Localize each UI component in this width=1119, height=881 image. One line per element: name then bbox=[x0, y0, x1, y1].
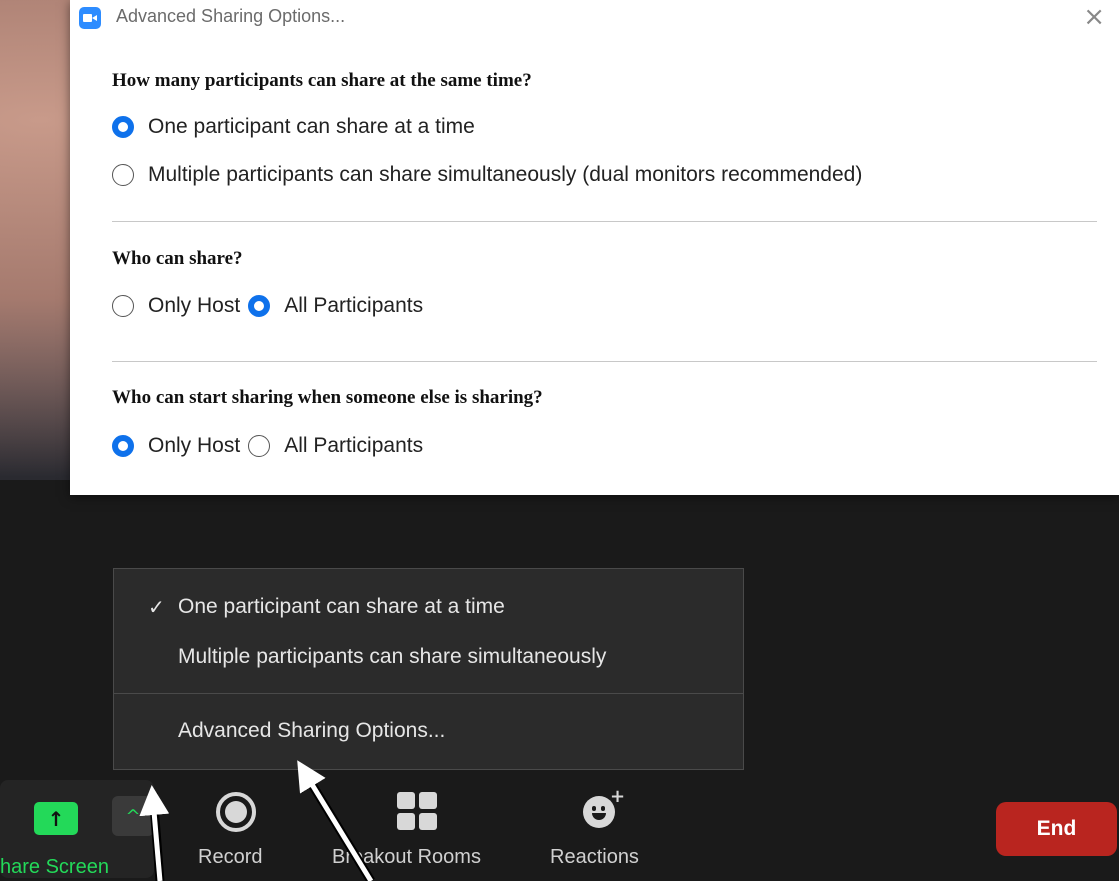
menu-item-advanced-sharing[interactable]: Advanced Sharing Options... bbox=[178, 719, 445, 743]
radio-label-all-participants[interactable]: All Participants bbox=[284, 294, 423, 318]
radio-selected-icon[interactable] bbox=[112, 116, 134, 138]
section-heading-who-can-start: Who can start sharing when someone else … bbox=[112, 387, 543, 408]
radio-group-who-can-start: Only Host All Participants bbox=[112, 434, 423, 458]
menu-item-label: One participant can share at a time bbox=[178, 595, 505, 618]
section-who-can-share: Who can share? bbox=[112, 248, 243, 270]
share-screen-label[interactable]: hare Screen bbox=[0, 856, 140, 879]
menu-item-multiple-participants[interactable]: Multiple participants can share simultan… bbox=[178, 645, 606, 669]
radio-selected-icon[interactable] bbox=[248, 295, 271, 317]
divider bbox=[112, 221, 1097, 222]
radio-group-who-can-share: Only Host All Participants bbox=[112, 294, 423, 318]
breakout-rooms-icon[interactable] bbox=[397, 792, 439, 832]
section-how-many: How many participants can share at the s… bbox=[112, 70, 532, 92]
zoom-app-icon bbox=[79, 7, 101, 29]
radio-unselected-icon[interactable] bbox=[112, 164, 134, 186]
dialog-title: Advanced Sharing Options... bbox=[116, 6, 346, 26]
advanced-sharing-dialog: Advanced Sharing Options... × How many p… bbox=[70, 0, 1119, 495]
share-options-caret-button[interactable]: ^ bbox=[112, 796, 154, 836]
reactions-icon[interactable]: + bbox=[583, 786, 625, 830]
share-screen-icon[interactable]: ↑ bbox=[34, 802, 78, 835]
radio-one-participant[interactable]: One participant can share at a time bbox=[112, 115, 475, 139]
share-screen-group: ↑ ^ hare Screen bbox=[0, 780, 154, 878]
section-heading-how-many: How many participants can share at the s… bbox=[112, 70, 532, 91]
radio-selected-icon[interactable] bbox=[112, 435, 134, 457]
section-heading-who-can-share: Who can share? bbox=[112, 248, 243, 269]
radio-label-only-host[interactable]: Only Host bbox=[148, 294, 240, 318]
share-options-menu: ✓ One participant can share at a time Mu… bbox=[113, 568, 744, 770]
menu-item-one-participant[interactable]: ✓ One participant can share at a time bbox=[148, 595, 505, 619]
radio-label-all-participants[interactable]: All Participants bbox=[284, 434, 423, 458]
radio-unselected-icon[interactable] bbox=[112, 295, 134, 317]
meeting-toolbar: ↑ ^ hare Screen Record Breakout Rooms + … bbox=[0, 770, 1119, 881]
radio-label-only-host[interactable]: Only Host bbox=[148, 434, 240, 458]
radio-multiple-participants[interactable]: Multiple participants can share simultan… bbox=[112, 163, 862, 187]
breakout-rooms-label[interactable]: Breakout Rooms bbox=[332, 846, 481, 869]
section-who-can-start: Who can start sharing when someone else … bbox=[112, 387, 543, 409]
checkmark-icon: ✓ bbox=[148, 597, 165, 619]
menu-item-label: Advanced Sharing Options... bbox=[178, 719, 446, 742]
end-meeting-button[interactable]: End bbox=[996, 802, 1117, 856]
menu-divider bbox=[114, 693, 743, 694]
radio-unselected-icon[interactable] bbox=[248, 435, 271, 457]
record-icon[interactable] bbox=[216, 792, 256, 832]
record-button-label[interactable]: Record bbox=[198, 846, 262, 869]
close-icon[interactable]: × bbox=[1083, 2, 1105, 32]
radio-label: Multiple participants can share simultan… bbox=[148, 163, 863, 186]
menu-item-label: Multiple participants can share simultan… bbox=[178, 645, 607, 668]
reactions-label[interactable]: Reactions bbox=[550, 846, 639, 869]
dialog-titlebar[interactable]: Advanced Sharing Options... × bbox=[70, 0, 1119, 36]
divider bbox=[112, 361, 1097, 362]
radio-label: One participant can share at a time bbox=[148, 115, 475, 138]
